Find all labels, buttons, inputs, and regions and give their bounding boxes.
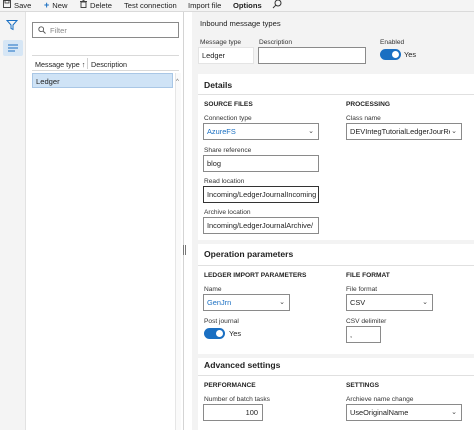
operation-parameters-section: Operation parameters LEDGER IMPORT PARAM… (198, 244, 474, 354)
connection-type-label: Connection type (204, 115, 252, 122)
section-divider (198, 265, 474, 266)
batch-tasks-label: Number of batch tasks (204, 396, 270, 403)
pane-splitter-handle[interactable] (183, 245, 186, 255)
navigation-rail (0, 12, 26, 430)
description-label: Description (259, 39, 292, 46)
performance-heading: PERFORMANCE (204, 382, 256, 389)
section-divider (198, 94, 474, 95)
file-format-label: File format (346, 286, 378, 293)
journal-name-select[interactable]: GenJrn ⌄ (203, 294, 290, 311)
share-reference-label: Share reference (204, 147, 252, 154)
post-journal-toggle[interactable] (204, 328, 225, 339)
archive-name-change-select[interactable]: UseOriginalName ⌄ (346, 404, 462, 421)
import-file-button[interactable]: Import file (188, 0, 221, 11)
archive-location-field[interactable]: Incoming/LedgerJournalArchive/ (203, 217, 319, 234)
delete-label: Delete (90, 1, 112, 10)
ledger-import-heading: LEDGER IMPORT PARAMETERS (204, 272, 307, 279)
column-header-description[interactable]: Description (91, 60, 127, 69)
delete-button[interactable]: Delete (80, 0, 112, 11)
source-files-heading: SOURCE FILES (204, 101, 253, 108)
save-button[interactable]: Save (3, 0, 31, 11)
settings-heading: SETTINGS (346, 382, 379, 389)
processing-heading: PROCESSING (346, 101, 390, 108)
csv-delimiter-field[interactable]: , (346, 326, 381, 343)
enabled-toggle[interactable] (380, 49, 401, 60)
read-location-field[interactable]: Incoming/LedgerJournalIncoming (203, 186, 319, 203)
csv-delimiter-label: CSV delimiter (346, 318, 387, 325)
list-icon[interactable] (3, 40, 23, 56)
action-pane: Save + New Delete Test connection Import … (0, 0, 474, 12)
page-title: Inbound message types (200, 19, 281, 28)
plus-icon: + (44, 0, 50, 10)
search-icon[interactable] (272, 0, 282, 10)
section-divider (198, 375, 474, 376)
column-header-message-type[interactable]: Message type ↑ (35, 60, 85, 69)
filter-input[interactable]: Filter (32, 22, 179, 38)
filter-icon[interactable] (5, 19, 20, 33)
connection-type-select[interactable]: AzureFS ⌄ (203, 123, 319, 140)
save-label: Save (14, 1, 32, 10)
chevron-down-icon: ⌄ (451, 409, 457, 416)
chevron-down-icon: ⌄ (279, 299, 285, 306)
list-scrollbar[interactable]: ^ (175, 73, 181, 430)
advanced-settings-title[interactable]: Advanced settings (204, 360, 280, 370)
class-name-select[interactable]: DEVIntegTutorialLedgerJourRec ⌄ (346, 123, 462, 140)
archive-name-change-label: Archieve name change (346, 396, 414, 403)
operation-parameters-title[interactable]: Operation parameters (204, 249, 293, 259)
details-title[interactable]: Details (204, 80, 232, 90)
description-field[interactable] (258, 47, 366, 64)
chevron-down-icon: ⌄ (308, 128, 314, 135)
sort-ascending-icon: ↑ (81, 60, 86, 69)
detail-pane: Inbound message types Message type Ledge… (192, 12, 474, 430)
batch-tasks-field[interactable]: 100 (203, 404, 263, 421)
grid-header: Message type ↑ Description (32, 55, 179, 71)
read-location-label: Read location (204, 178, 245, 185)
message-type-field[interactable]: Ledger (198, 47, 254, 64)
new-button[interactable]: + New (44, 0, 67, 11)
row-message-type: Ledger (36, 77, 60, 86)
new-label: New (52, 1, 68, 10)
advanced-settings-section: Advanced settings PERFORMANCE SETTINGS N… (198, 358, 474, 430)
list-pane: Filter Message type ↑ Description Ledger… (26, 12, 183, 430)
search-icon (38, 26, 46, 36)
share-reference-field[interactable]: blog (203, 155, 319, 172)
class-name-label: Class name (346, 115, 381, 122)
enabled-value: Yes (404, 50, 417, 59)
pane-divider (183, 12, 184, 430)
test-connection-button[interactable]: Test connection (124, 0, 177, 11)
archive-location-label: Archive location (204, 209, 251, 216)
column-divider[interactable] (87, 58, 88, 69)
filter-placeholder: Filter (50, 26, 67, 35)
message-type-label: Message type (200, 39, 242, 46)
chevron-up-icon[interactable]: ^ (176, 79, 179, 85)
file-format-heading: FILE FORMAT (346, 272, 390, 279)
enabled-label: Enabled (380, 39, 405, 46)
post-journal-label: Post journal (204, 318, 239, 325)
trash-icon (80, 0, 87, 11)
details-section: Details SOURCE FILES PROCESSING Connecti… (198, 74, 474, 240)
file-format-select[interactable]: CSV ⌄ (346, 294, 433, 311)
chevron-down-icon: ⌄ (422, 299, 428, 306)
name-label: Name (204, 286, 222, 293)
chevron-down-icon: ⌄ (450, 124, 457, 139)
save-icon (3, 0, 11, 11)
table-row[interactable]: Ledger (32, 73, 173, 88)
post-journal-value: Yes (229, 329, 242, 338)
options-tab[interactable]: Options (233, 0, 262, 11)
